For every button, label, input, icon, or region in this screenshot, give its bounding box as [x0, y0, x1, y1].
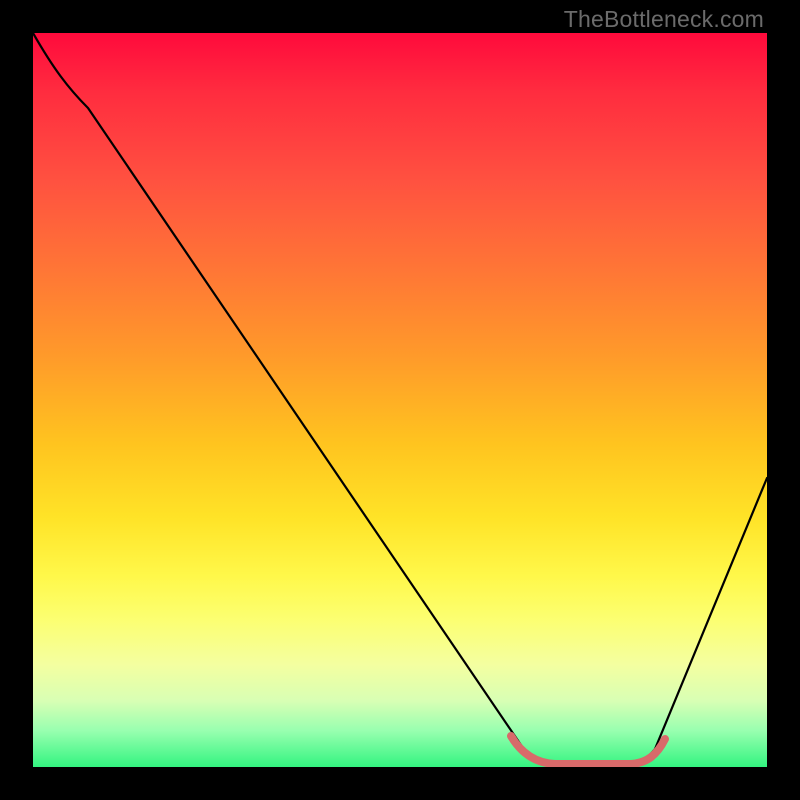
plot-area	[33, 33, 767, 767]
optimal-band-path	[511, 736, 665, 764]
bottleneck-curve-path	[33, 33, 767, 764]
watermark-text: TheBottleneck.com	[564, 6, 764, 33]
curve-layer	[33, 33, 767, 767]
chart-frame: TheBottleneck.com	[0, 0, 800, 800]
